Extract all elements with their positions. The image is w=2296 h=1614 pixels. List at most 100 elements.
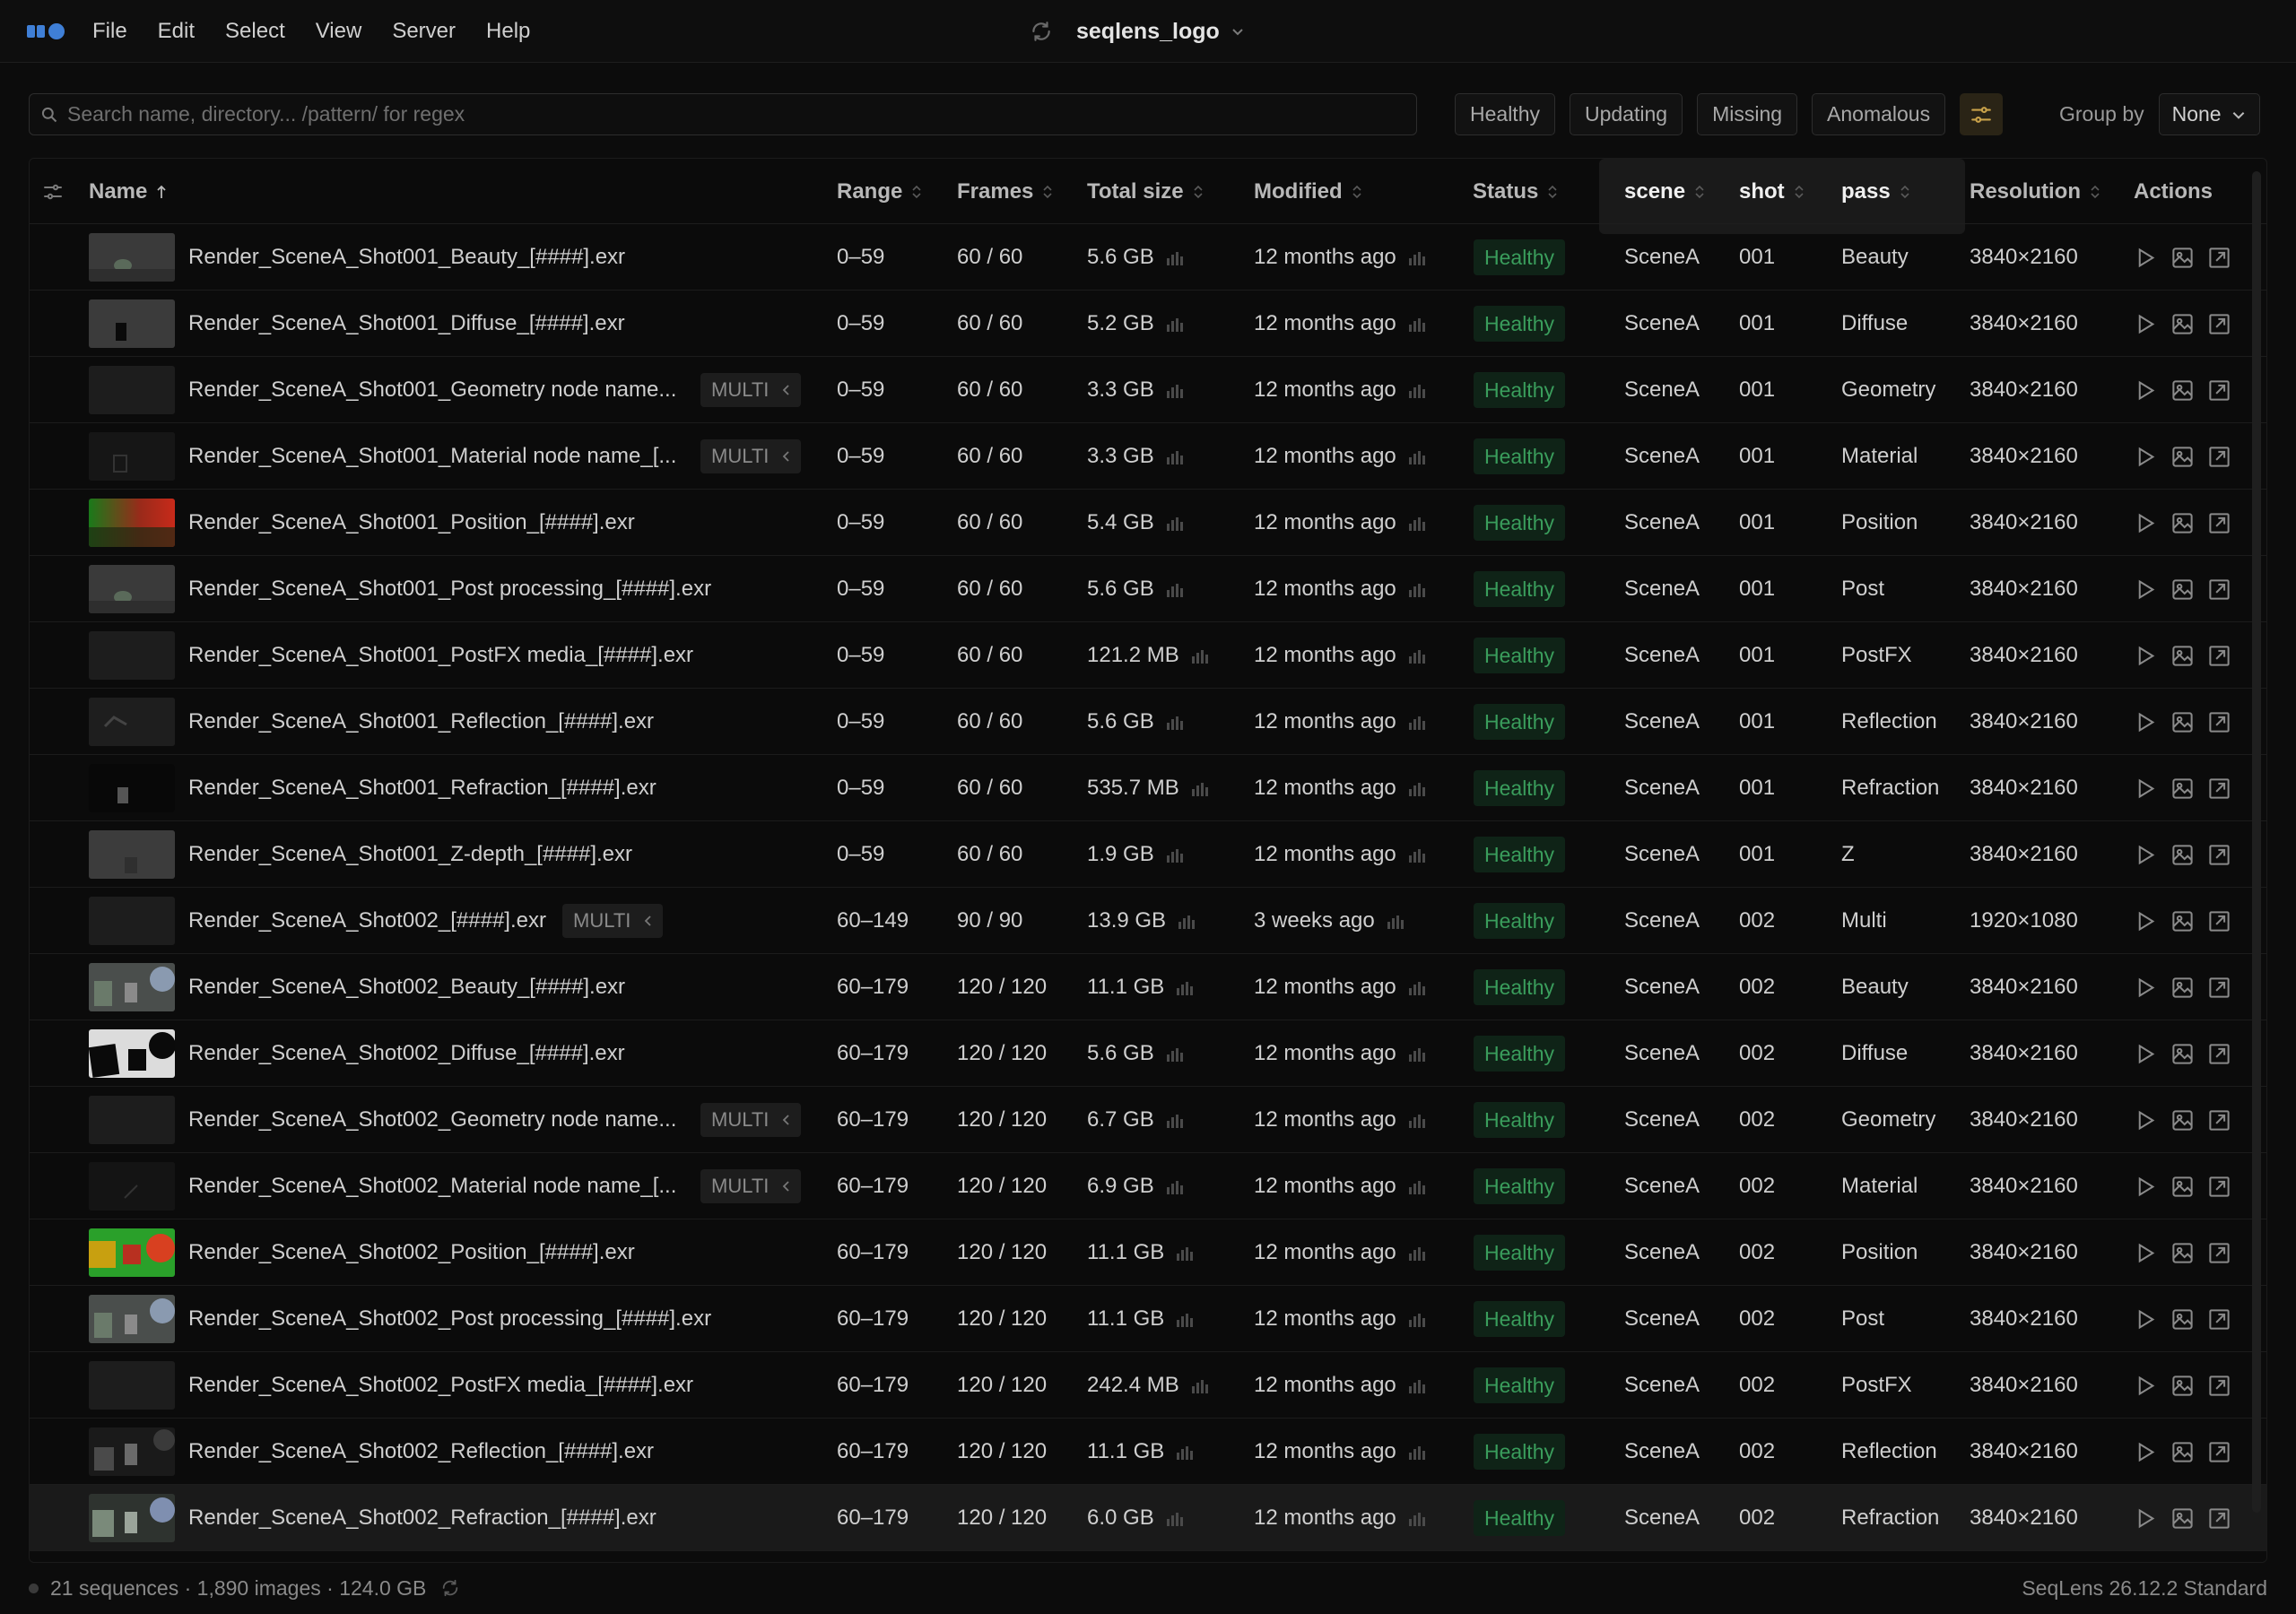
modified-chart-icon[interactable] bbox=[1407, 846, 1425, 863]
scrollbar-thumb[interactable] bbox=[2252, 171, 2261, 1513]
modified-chart-icon[interactable] bbox=[1407, 248, 1425, 266]
image-preview-icon[interactable] bbox=[2170, 1374, 2195, 1398]
size-chart-icon[interactable] bbox=[1165, 514, 1183, 532]
modified-chart-icon[interactable] bbox=[1407, 1310, 1425, 1328]
play-icon[interactable] bbox=[2134, 1307, 2158, 1332]
sequence-thumbnail[interactable] bbox=[89, 499, 175, 547]
play-icon[interactable] bbox=[2134, 1108, 2158, 1132]
sequence-thumbnail[interactable] bbox=[89, 830, 175, 879]
size-chart-icon[interactable] bbox=[1165, 1045, 1183, 1063]
column-header-modified[interactable]: Modified bbox=[1254, 159, 1362, 224]
image-preview-icon[interactable] bbox=[2170, 1506, 2195, 1531]
sequence-name[interactable]: Render_SceneA_Shot002_PostFX media_[####… bbox=[188, 1352, 693, 1419]
modified-chart-icon[interactable] bbox=[1407, 1509, 1425, 1527]
column-header-resolution[interactable]: Resolution bbox=[1970, 159, 2100, 224]
open-external-icon[interactable] bbox=[2207, 312, 2231, 336]
modified-chart-icon[interactable] bbox=[1407, 1376, 1425, 1394]
menu-view[interactable]: View bbox=[300, 19, 378, 44]
open-external-icon[interactable] bbox=[2207, 1175, 2231, 1199]
scrollbar[interactable] bbox=[2250, 171, 2263, 1552]
open-external-icon[interactable] bbox=[2207, 777, 2231, 801]
column-header-scene[interactable]: scene bbox=[1624, 159, 1705, 224]
play-icon[interactable] bbox=[2134, 710, 2158, 734]
column-header-total-size[interactable]: Total size bbox=[1087, 159, 1204, 224]
table-row[interactable]: Render_SceneA_Shot002_Geometry node name… bbox=[30, 1087, 2266, 1153]
modified-chart-icon[interactable] bbox=[1407, 447, 1425, 465]
table-row[interactable]: Render_SceneA_Shot002_Refraction_[####].… bbox=[30, 1485, 2266, 1551]
play-icon[interactable] bbox=[2134, 378, 2158, 403]
size-chart-icon[interactable] bbox=[1165, 1177, 1183, 1195]
play-icon[interactable] bbox=[2134, 1241, 2158, 1265]
sequence-thumbnail[interactable] bbox=[89, 1162, 175, 1210]
size-chart-icon[interactable] bbox=[1165, 713, 1183, 731]
menu-help[interactable]: Help bbox=[471, 19, 545, 44]
size-chart-icon[interactable] bbox=[1190, 779, 1208, 797]
play-icon[interactable] bbox=[2134, 976, 2158, 1000]
multi-badge[interactable]: MULTI bbox=[700, 373, 802, 407]
size-chart-icon[interactable] bbox=[1165, 1509, 1183, 1527]
sequence-thumbnail[interactable] bbox=[89, 366, 175, 414]
sequence-name[interactable]: Render_SceneA_Shot002_Material node name… bbox=[188, 1153, 676, 1219]
image-preview-icon[interactable] bbox=[2170, 710, 2195, 734]
image-preview-icon[interactable] bbox=[2170, 445, 2195, 469]
size-chart-icon[interactable] bbox=[1165, 248, 1183, 266]
sync-icon[interactable] bbox=[1030, 20, 1053, 43]
image-preview-icon[interactable] bbox=[2170, 644, 2195, 668]
size-chart-icon[interactable] bbox=[1175, 1244, 1194, 1262]
modified-chart-icon[interactable] bbox=[1407, 646, 1425, 664]
play-icon[interactable] bbox=[2134, 246, 2158, 270]
open-external-icon[interactable] bbox=[2207, 1374, 2231, 1398]
play-icon[interactable] bbox=[2134, 1042, 2158, 1066]
sequence-name[interactable]: Render_SceneA_Shot002_Diffuse_[####].exr bbox=[188, 1020, 625, 1087]
open-external-icon[interactable] bbox=[2207, 1042, 2231, 1066]
play-icon[interactable] bbox=[2134, 1506, 2158, 1531]
menu-edit[interactable]: Edit bbox=[143, 19, 210, 44]
sequence-name[interactable]: Render_SceneA_Shot001_Geometry node name… bbox=[188, 357, 676, 423]
open-external-icon[interactable] bbox=[2207, 1108, 2231, 1132]
open-external-icon[interactable] bbox=[2207, 710, 2231, 734]
open-external-icon[interactable] bbox=[2207, 843, 2231, 867]
column-header-pass[interactable]: pass bbox=[1841, 159, 1910, 224]
table-row[interactable]: Render_SceneA_Shot001_Beauty_[####].exr 0… bbox=[30, 224, 2266, 291]
multi-badge[interactable]: MULTI bbox=[562, 904, 664, 938]
modified-chart-icon[interactable] bbox=[1407, 381, 1425, 399]
size-chart-icon[interactable] bbox=[1175, 1310, 1194, 1328]
image-preview-icon[interactable] bbox=[2170, 312, 2195, 336]
multi-badge[interactable]: MULTI bbox=[700, 439, 802, 473]
size-chart-icon[interactable] bbox=[1175, 978, 1194, 996]
modified-chart-icon[interactable] bbox=[1407, 315, 1425, 333]
open-external-icon[interactable] bbox=[2207, 1506, 2231, 1531]
play-icon[interactable] bbox=[2134, 843, 2158, 867]
size-chart-icon[interactable] bbox=[1165, 447, 1183, 465]
table-row[interactable]: Render_SceneA_Shot001_Refraction_[####].… bbox=[30, 755, 2266, 821]
table-row[interactable]: Render_SceneA_Shot002_Reflection_[####].… bbox=[30, 1419, 2266, 1485]
image-preview-icon[interactable] bbox=[2170, 1042, 2195, 1066]
filter-healthy-button[interactable]: Healthy bbox=[1455, 93, 1555, 135]
sequence-name[interactable]: Render_SceneA_Shot001_Z-depth_[####].exr bbox=[188, 821, 632, 888]
size-chart-icon[interactable] bbox=[1165, 846, 1183, 863]
table-row[interactable]: Render_SceneA_Shot001_Material node name… bbox=[30, 423, 2266, 490]
modified-chart-icon[interactable] bbox=[1386, 912, 1404, 930]
modified-chart-icon[interactable] bbox=[1407, 1177, 1425, 1195]
sequence-thumbnail[interactable] bbox=[89, 698, 175, 746]
sequence-name[interactable]: Render_SceneA_Shot002_Reflection_[####].… bbox=[188, 1419, 654, 1485]
app-title[interactable]: seqlens_logo bbox=[1076, 19, 1220, 45]
sequence-thumbnail[interactable] bbox=[89, 1096, 175, 1144]
play-icon[interactable] bbox=[2134, 1175, 2158, 1199]
play-icon[interactable] bbox=[2134, 1374, 2158, 1398]
sequence-name[interactable]: Render_SceneA_Shot002_[####].exr bbox=[188, 888, 546, 954]
image-preview-icon[interactable] bbox=[2170, 843, 2195, 867]
sequence-name[interactable]: Render_SceneA_Shot001_Reflection_[####].… bbox=[188, 689, 654, 755]
sequence-name[interactable]: Render_SceneA_Shot001_Refraction_[####].… bbox=[188, 755, 657, 821]
search-box[interactable] bbox=[29, 93, 1417, 135]
image-preview-icon[interactable] bbox=[2170, 1175, 2195, 1199]
image-preview-icon[interactable] bbox=[2170, 976, 2195, 1000]
filter-missing-button[interactable]: Missing bbox=[1697, 93, 1798, 135]
multi-badge[interactable]: MULTI bbox=[700, 1103, 802, 1137]
menu-file[interactable]: File bbox=[92, 19, 143, 44]
size-chart-icon[interactable] bbox=[1190, 646, 1208, 664]
table-row[interactable]: Render_SceneA_Shot002_Diffuse_[####].exr… bbox=[30, 1020, 2266, 1087]
play-icon[interactable] bbox=[2134, 312, 2158, 336]
column-header-range[interactable]: Range bbox=[837, 159, 922, 224]
sequence-name[interactable]: Render_SceneA_Shot002_Refraction_[####].… bbox=[188, 1485, 657, 1551]
